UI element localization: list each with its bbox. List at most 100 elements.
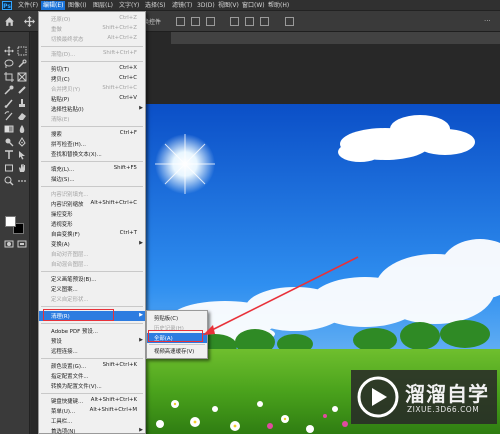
edit-menu-item[interactable]: 搜索 Ctrl+F bbox=[39, 129, 145, 139]
menu-separator bbox=[41, 393, 143, 394]
edit-menu-item[interactable]: 菜单(U)... Alt+Shift+Ctrl+M bbox=[39, 406, 145, 416]
menu-item-label: 剪切(T) bbox=[51, 67, 70, 73]
edit-menu-item[interactable]: 变换(A) ▶ bbox=[39, 239, 145, 249]
edit-menu-item[interactable]: 粘贴(P) Ctrl+V bbox=[39, 94, 145, 104]
menu-help[interactable]: 帮助(H) bbox=[268, 1, 289, 10]
menu-item-label: 远程连接... bbox=[51, 349, 78, 355]
edit-menu-item[interactable]: 操控变形 bbox=[39, 209, 145, 219]
quick-select-icon[interactable] bbox=[17, 59, 27, 69]
watermark-url: ZIXUE.3D66.COM bbox=[407, 405, 480, 414]
home-icon[interactable] bbox=[4, 16, 15, 27]
align-right-icon[interactable] bbox=[206, 17, 215, 26]
menu-item-label: 重做 bbox=[51, 27, 62, 33]
edit-menu-item[interactable]: 拼写检查(H)... bbox=[39, 139, 145, 149]
edit-menu-item[interactable]: 透视变形 bbox=[39, 219, 145, 229]
edit-menu-item[interactable]: 自动对齐图层... bbox=[39, 249, 145, 259]
brush-icon[interactable] bbox=[4, 98, 14, 108]
distribute-icon[interactable] bbox=[285, 17, 294, 26]
edit-menu-item[interactable]: Adobe PDF 预设... bbox=[39, 326, 145, 336]
hand-icon[interactable] bbox=[17, 163, 27, 173]
edit-menu-item[interactable]: 转换为配置文件(V)... bbox=[39, 381, 145, 391]
eraser-icon[interactable] bbox=[17, 111, 27, 121]
align-left-icon[interactable] bbox=[176, 17, 185, 26]
quick-mask-icon[interactable] bbox=[4, 239, 14, 249]
edit-menu-item[interactable]: 指定配置文件... bbox=[39, 371, 145, 381]
menu-select[interactable]: 选择(S) bbox=[145, 1, 166, 10]
edit-menu-item[interactable]: 工具栏... bbox=[39, 416, 145, 426]
marquee-icon[interactable] bbox=[17, 46, 27, 56]
pen-icon[interactable] bbox=[17, 137, 27, 147]
lasso-icon[interactable] bbox=[4, 59, 14, 69]
edit-menu-item[interactable]: 还原(O) Ctrl+Z bbox=[39, 14, 145, 24]
move-icon[interactable] bbox=[4, 46, 14, 56]
dodge-icon[interactable] bbox=[4, 137, 14, 147]
menu-item-shortcut: Alt+Shift+Ctrl+M bbox=[89, 407, 137, 413]
path-select-icon[interactable] bbox=[17, 150, 27, 160]
menu-file[interactable]: 文件(F) bbox=[18, 1, 38, 10]
menu-item-label: 填充(L)... bbox=[51, 167, 75, 173]
menu-item-label: 工具栏... bbox=[51, 419, 73, 425]
type-icon[interactable] bbox=[4, 150, 14, 160]
edit-menu-item[interactable]: 合并拷贝(Y) Shift+Ctrl+C bbox=[39, 84, 145, 94]
edit-menu-item[interactable]: 定义图案... bbox=[39, 284, 145, 294]
tools-panel bbox=[0, 32, 30, 434]
move-tool-icon[interactable] bbox=[24, 16, 35, 27]
edit-menu-item[interactable]: 拷贝(C) Ctrl+C bbox=[39, 74, 145, 84]
spot-healing-icon[interactable] bbox=[17, 85, 27, 95]
edit-menu-item[interactable]: 定义画笔预设(B)... bbox=[39, 274, 145, 284]
purge-submenu-item[interactable]: 剪贴板(C) bbox=[147, 313, 207, 323]
menu-image[interactable]: 图像(I) bbox=[68, 1, 86, 10]
menu-item-label: 自动对齐图层... bbox=[51, 252, 89, 258]
edit-menu-item[interactable]: 键盘快捷键... Alt+Shift+Ctrl+K bbox=[39, 396, 145, 406]
purge-submenu-item[interactable]: 视频高速缓存(V) bbox=[147, 346, 207, 356]
edit-menu-item[interactable]: 自动混合图层... bbox=[39, 259, 145, 269]
align-top-icon[interactable] bbox=[230, 17, 239, 26]
crop-icon[interactable] bbox=[4, 72, 14, 82]
edit-menu-item[interactable]: 首选项(N) ▶ bbox=[39, 426, 145, 434]
eyedropper-icon[interactable] bbox=[4, 85, 14, 95]
submenu-arrow-icon: ▶ bbox=[139, 312, 143, 318]
align-bottom-icon[interactable] bbox=[260, 17, 269, 26]
edit-menu-item[interactable]: 查找和替换文本(X)... bbox=[39, 149, 145, 159]
history-brush-icon[interactable] bbox=[4, 111, 14, 121]
gradient-icon[interactable] bbox=[4, 124, 14, 134]
frame-icon[interactable] bbox=[17, 72, 27, 82]
menu-item-shortcut: Ctrl+C bbox=[119, 75, 137, 81]
edit-menu-item[interactable]: 内容识别缩放 Alt+Shift+Ctrl+C bbox=[39, 199, 145, 209]
clone-stamp-icon[interactable] bbox=[17, 98, 27, 108]
menu-item-label: 操控变形 bbox=[51, 212, 73, 218]
edit-menu-item[interactable]: 填充(L)... Shift+F5 bbox=[39, 164, 145, 174]
edit-toolbar-icon[interactable] bbox=[17, 176, 27, 186]
screen-mode-icon[interactable] bbox=[17, 239, 27, 249]
edit-menu-item[interactable]: 重做 Shift+Ctrl+Z bbox=[39, 24, 145, 34]
edit-menu-item[interactable]: 内容识别填充... bbox=[39, 189, 145, 199]
foreground-color-swatch[interactable] bbox=[5, 216, 16, 227]
align-center-icon[interactable] bbox=[191, 17, 200, 26]
document-tab[interactable] bbox=[171, 32, 500, 44]
edit-menu-item[interactable]: 颜色设置(G)... Shift+Ctrl+K bbox=[39, 361, 145, 371]
edit-menu-item[interactable]: 自由变换(F) Ctrl+T bbox=[39, 229, 145, 239]
edit-menu-item[interactable]: 定义自定形状... bbox=[39, 294, 145, 304]
menu-item-shortcut: Shift+Ctrl+C bbox=[102, 85, 137, 91]
menu-view[interactable]: 视图(V) bbox=[218, 1, 239, 10]
edit-menu-item[interactable]: 选择性粘贴(I) ▶ bbox=[39, 104, 145, 114]
edit-menu-item[interactable]: 清除(E) bbox=[39, 114, 145, 124]
edit-menu-item[interactable]: 描边(S)... bbox=[39, 174, 145, 184]
edit-menu-item[interactable]: 预设 ▶ bbox=[39, 336, 145, 346]
edit-menu-item[interactable]: 切换最终状态 Alt+Ctrl+Z bbox=[39, 34, 145, 44]
edit-menu-item[interactable]: 远程连接... bbox=[39, 346, 145, 356]
blur-icon[interactable] bbox=[17, 124, 27, 134]
menu-window[interactable]: 窗口(W) bbox=[242, 1, 265, 10]
edit-menu-item[interactable]: 剪切(T) Ctrl+X bbox=[39, 64, 145, 74]
menu-separator bbox=[41, 186, 143, 187]
align-middle-icon[interactable] bbox=[245, 17, 254, 26]
menu-layer[interactable]: 图层(L) bbox=[93, 1, 113, 10]
zoom-icon[interactable] bbox=[4, 176, 14, 186]
menu-edit[interactable]: 编辑(E) bbox=[41, 1, 66, 10]
edit-menu-item[interactable]: 渐隐(D)... Shift+Ctrl+F bbox=[39, 49, 145, 59]
menu-type[interactable]: 文字(Y) bbox=[119, 1, 139, 10]
more-options-icon[interactable]: ··· bbox=[484, 17, 491, 25]
menu-3d[interactable]: 3D(D) bbox=[197, 1, 215, 10]
rectangle-shape-icon[interactable] bbox=[4, 163, 14, 173]
menu-filter[interactable]: 滤镜(T) bbox=[172, 1, 192, 10]
